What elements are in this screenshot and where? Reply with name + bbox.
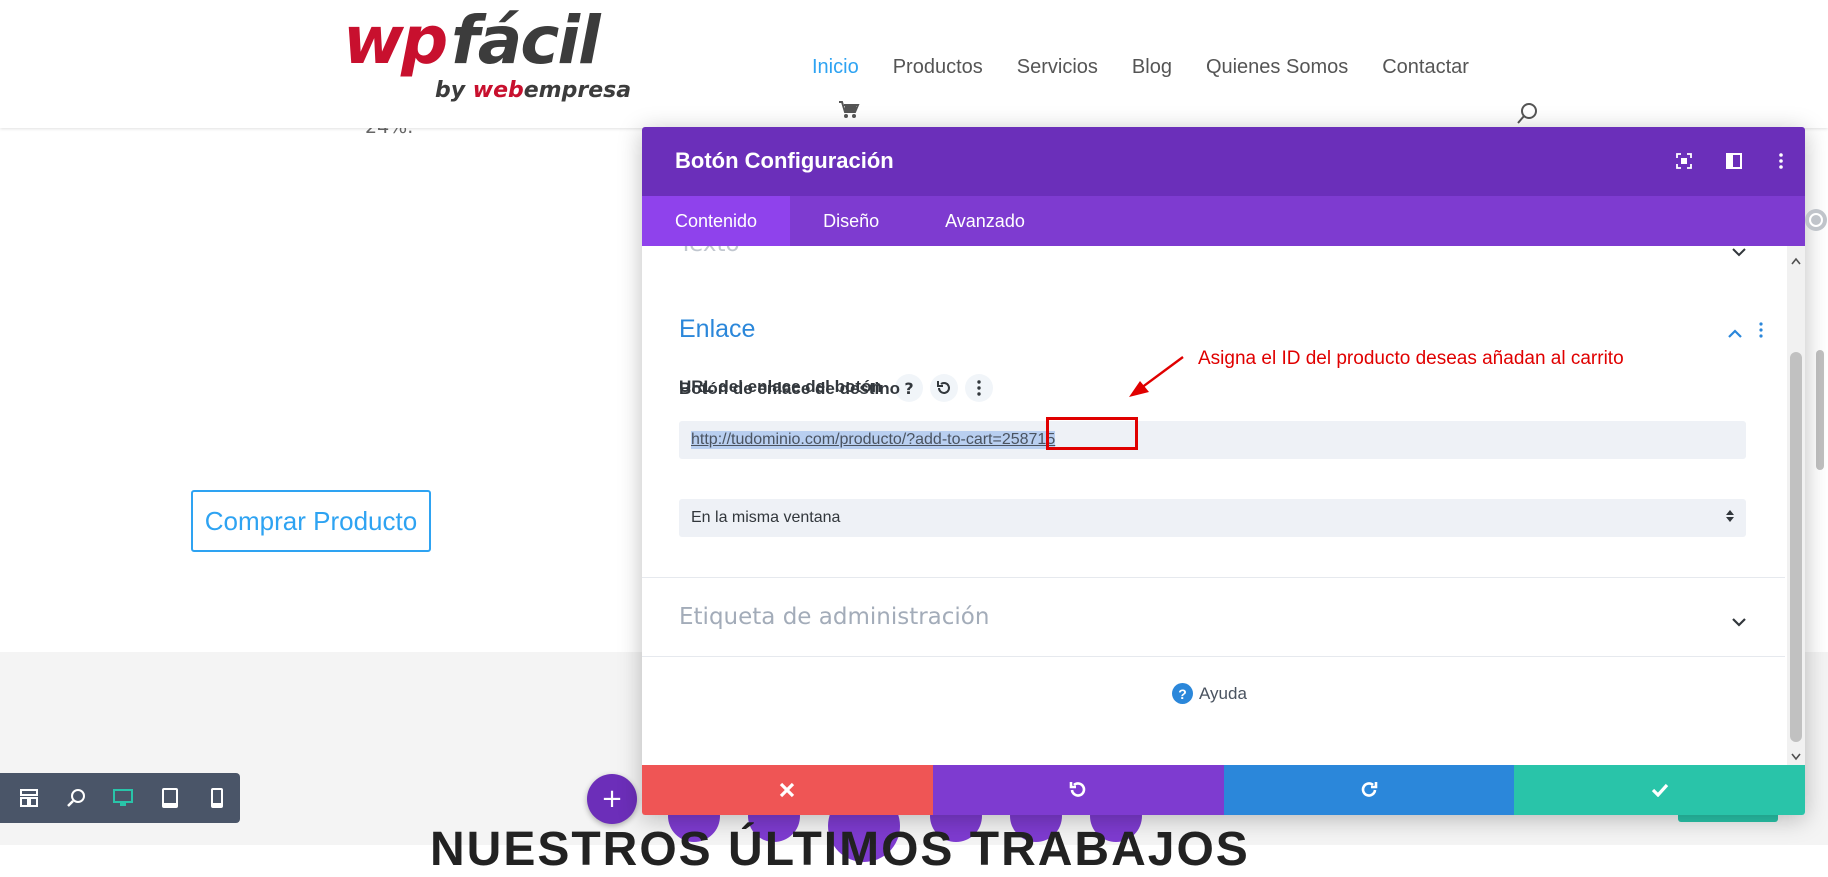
nav-quienes-somos[interactable]: Quienes Somos — [1206, 56, 1348, 79]
scroll-thumb[interactable] — [1790, 352, 1802, 742]
help-circle-icon: ? — [1172, 683, 1193, 704]
link-target-select[interactable]: En la misma ventana — [679, 499, 1746, 537]
divider — [642, 577, 1785, 578]
more-options-icon[interactable] — [1769, 149, 1793, 173]
url-input-value: http://tudominio.com/producto/?add-to-ca… — [691, 431, 1056, 449]
modal-body: Texto Enlace URL del enlace del botón ? … — [642, 246, 1785, 815]
select-arrows-icon — [1726, 509, 1734, 528]
discard-button[interactable] — [642, 765, 933, 815]
zoom-icon[interactable] — [53, 773, 100, 823]
annotation-arrow-icon — [1129, 356, 1184, 397]
modal-tabs: Contenido Diseño Avanzado — [642, 196, 1805, 246]
desktop-view-icon[interactable] — [100, 773, 147, 823]
field-options-icon[interactable] — [965, 374, 993, 402]
redo-icon — [1361, 782, 1378, 797]
nav-servicios[interactable]: Servicios — [1017, 56, 1098, 79]
fullscreen-icon[interactable] — [1672, 149, 1696, 173]
main-nav: Inicio Productos Servicios Blog Quienes … — [812, 56, 1503, 79]
reset-icon[interactable] — [930, 374, 958, 402]
nav-productos[interactable]: Productos — [893, 56, 983, 79]
modal-title: Botón Configuración — [675, 148, 894, 173]
tablet-view-icon[interactable] — [146, 773, 193, 823]
undo-button[interactable] — [932, 765, 1224, 815]
admin-label-section-toggle[interactable]: Etiqueta de administración — [679, 604, 989, 630]
wireframe-icon[interactable] — [6, 773, 53, 823]
undo-icon — [1069, 782, 1086, 797]
site-header: wp fácil by webempresa Inicio Productos … — [0, 0, 1828, 128]
button-settings-modal: Botón Configuración Contenido Diseño Ava… — [642, 127, 1805, 815]
link-target-value: En la misma ventana — [691, 509, 841, 526]
logo-facil: fácil — [451, 2, 601, 79]
tab-contenido[interactable]: Contenido — [642, 196, 791, 246]
nav-blog[interactable]: Blog — [1132, 56, 1172, 79]
modal-footer — [642, 765, 1805, 815]
site-logo[interactable]: wp fácil by webempresa — [343, 2, 633, 108]
annotation-text: Asigna el ID del producto deseas añadan … — [1198, 348, 1624, 369]
help-link[interactable]: ? Ayuda — [1172, 683, 1247, 704]
nav-inicio[interactable]: Inicio — [812, 56, 859, 79]
add-module-button[interactable]: + — [587, 774, 637, 824]
phone-view-icon[interactable] — [193, 773, 240, 823]
builder-toolbar — [0, 773, 240, 823]
section-heading: NUESTROS ÚLTIMOS TRABAJOS — [430, 823, 1250, 876]
buy-product-button[interactable]: Comprar Producto — [191, 490, 431, 552]
save-button[interactable] — [1514, 765, 1805, 815]
cart-icon[interactable] — [838, 100, 860, 124]
split-view-icon[interactable] — [1722, 149, 1746, 173]
chevron-down-icon[interactable] — [1732, 246, 1746, 261]
chevron-up-icon[interactable] — [1728, 323, 1742, 342]
tab-avanzado[interactable]: Avanzado — [912, 196, 1058, 246]
logo-byline: by webempresa — [435, 78, 632, 103]
check-icon — [1651, 783, 1668, 797]
enlace-section-title[interactable]: Enlace — [679, 315, 755, 344]
link-target-label: Botón de enlace de destino — [679, 379, 901, 398]
scroll-up-icon[interactable] — [1791, 250, 1801, 269]
portability-icon[interactable] — [1804, 208, 1828, 236]
texto-section-toggle[interactable]: Texto — [679, 246, 740, 257]
tab-diseno[interactable]: Diseño — [790, 196, 912, 246]
redo-button[interactable] — [1223, 765, 1515, 815]
logo-wp: wp — [343, 2, 448, 79]
search-icon[interactable] — [1515, 101, 1539, 129]
page-scroll-thumb[interactable] — [1816, 350, 1824, 470]
modal-header: Botón Configuración — [642, 127, 1805, 196]
close-icon — [780, 782, 795, 798]
nav-contactar[interactable]: Contactar — [1382, 56, 1469, 79]
modal-scrollbar[interactable] — [1787, 246, 1805, 815]
scroll-down-icon[interactable] — [1791, 746, 1801, 765]
section-more-icon[interactable] — [1759, 322, 1763, 342]
divider — [642, 656, 1785, 657]
page-scrollbar[interactable] — [1812, 240, 1828, 845]
chevron-down-icon[interactable] — [1732, 612, 1746, 631]
product-id-highlight — [1046, 417, 1138, 450]
button-url-input[interactable]: http://tudominio.com/producto/?add-to-ca… — [679, 421, 1746, 459]
help-label: Ayuda — [1199, 683, 1247, 703]
